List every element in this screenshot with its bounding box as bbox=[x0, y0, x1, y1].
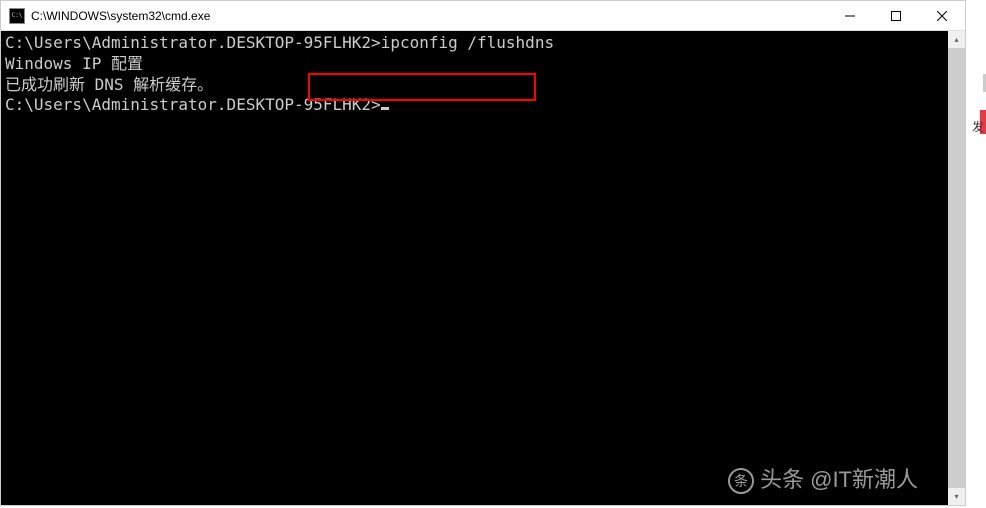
watermark-icon: 条 bbox=[728, 468, 754, 494]
command-text: ipconfig /flushdns bbox=[381, 33, 554, 52]
scroll-thumb[interactable] bbox=[948, 48, 965, 488]
scroll-track[interactable] bbox=[948, 48, 965, 488]
terminal-output[interactable]: C:\Users\Administrator.DESKTOP-95FLHK2>i… bbox=[1, 31, 948, 505]
watermark-author: @IT新潮人 bbox=[810, 466, 918, 495]
window-title: C:\WINDOWS\system32\cmd.exe bbox=[31, 9, 827, 23]
terminal-line: 已成功刷新 DNS 解析缓存。 bbox=[5, 75, 944, 96]
terminal-area: C:\Users\Administrator.DESKTOP-95FLHK2>i… bbox=[1, 31, 965, 505]
prompt: C:\Users\Administrator.DESKTOP-95FLHK2> bbox=[5, 33, 381, 52]
minimize-button[interactable] bbox=[827, 1, 873, 30]
window-controls bbox=[827, 1, 965, 30]
maximize-icon bbox=[891, 11, 901, 21]
cmd-window: C:\WINDOWS\system32\cmd.exe C:\Users\Adm… bbox=[0, 0, 966, 506]
watermark-source: 头条 bbox=[760, 466, 804, 495]
scroll-down-arrow[interactable]: ▾ bbox=[948, 488, 965, 505]
cursor bbox=[381, 107, 389, 110]
close-icon bbox=[937, 11, 947, 21]
terminal-line: C:\Users\Administrator.DESKTOP-95FLHK2>i… bbox=[5, 33, 944, 54]
scroll-up-arrow[interactable]: ▴ bbox=[948, 31, 965, 48]
cmd-icon bbox=[9, 8, 25, 24]
terminal-line: Windows IP 配置 bbox=[5, 54, 944, 75]
titlebar[interactable]: C:\WINDOWS\system32\cmd.exe bbox=[1, 1, 965, 31]
prompt: C:\Users\Administrator.DESKTOP-95FLHK2> bbox=[5, 95, 381, 114]
terminal-line: C:\Users\Administrator.DESKTOP-95FLHK2> bbox=[5, 95, 944, 116]
close-button[interactable] bbox=[919, 1, 965, 30]
vertical-scrollbar[interactable]: ▴ ▾ bbox=[948, 31, 965, 505]
maximize-button[interactable] bbox=[873, 1, 919, 30]
watermark: 条 头条 @IT新潮人 bbox=[728, 466, 918, 495]
minimize-icon bbox=[845, 11, 855, 21]
background-text: 发 bbox=[972, 118, 984, 135]
